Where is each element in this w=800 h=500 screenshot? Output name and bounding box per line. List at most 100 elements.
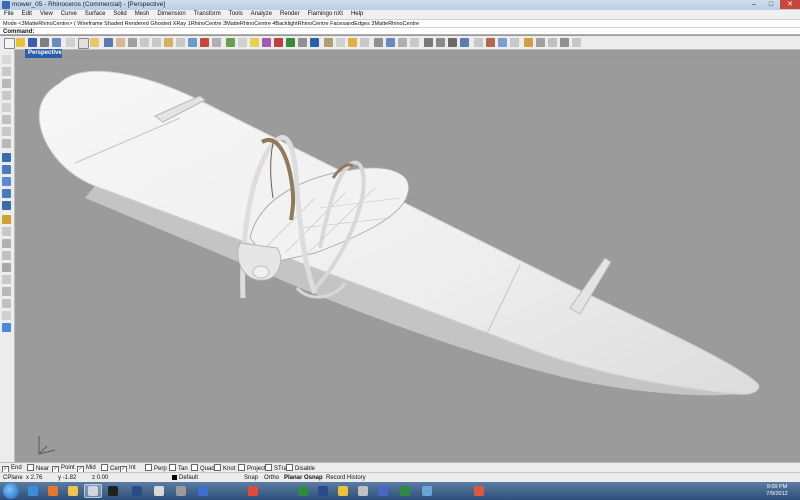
sphere-icon[interactable]: [298, 38, 307, 47]
zoom-icon[interactable]: [140, 38, 149, 47]
osnap-knot[interactable]: Knot: [214, 464, 235, 472]
boolean-icon[interactable]: [2, 201, 11, 210]
curve-icon[interactable]: [2, 91, 11, 100]
taskbar-explorer-button[interactable]: [64, 484, 82, 498]
material-icon[interactable]: [262, 38, 271, 47]
osnap-near[interactable]: Near: [27, 464, 49, 472]
osnap-tan[interactable]: Tan: [169, 464, 188, 472]
zoom-selected-icon[interactable]: [176, 38, 185, 47]
paste-icon[interactable]: [90, 38, 99, 47]
zebra-icon[interactable]: [498, 38, 507, 47]
taskbar-folder-button[interactable]: [334, 484, 352, 498]
menu-transform[interactable]: Transform: [191, 10, 224, 19]
record-history-toggle[interactable]: Record History: [326, 474, 366, 482]
perspective-viewport[interactable]: [15, 58, 800, 462]
set-view-icon[interactable]: [226, 38, 235, 47]
viewports-icon[interactable]: [200, 38, 209, 47]
taskbar-word-button[interactable]: [194, 484, 212, 498]
minimize-button[interactable]: –: [746, 0, 762, 9]
environment-map-icon[interactable]: [510, 38, 519, 47]
osnap-toggle[interactable]: Osnap: [304, 474, 323, 482]
taskbar-spiral-button[interactable]: [150, 484, 168, 498]
ortho-toggle[interactable]: Ortho: [264, 474, 279, 482]
select-arrow-icon[interactable]: [2, 55, 11, 64]
open-file-icon[interactable]: [16, 38, 25, 47]
snap-toggle[interactable]: Snap: [244, 474, 258, 482]
pan-hand-icon[interactable]: [116, 38, 125, 47]
perspective-view-icon[interactable]: [460, 38, 469, 47]
command-input[interactable]: Command:: [0, 27, 800, 35]
mesh-icon[interactable]: [2, 215, 11, 224]
taskbar-firefox-button[interactable]: [44, 484, 62, 498]
split-icon[interactable]: [2, 251, 11, 260]
render-icon[interactable]: [286, 38, 295, 47]
solid-box-icon[interactable]: [2, 189, 11, 198]
ghosted-view-icon[interactable]: [360, 38, 369, 47]
maximize-button[interactable]: □: [763, 0, 779, 9]
shaded-view-icon[interactable]: [386, 38, 395, 47]
new-file-icon[interactable]: [4, 38, 15, 49]
scale-icon[interactable]: [2, 311, 11, 320]
layer-icon[interactable]: [52, 38, 61, 47]
mapping-icon[interactable]: [536, 38, 545, 47]
render-tool-icon[interactable]: [2, 323, 11, 332]
dimension-icon[interactable]: [548, 38, 557, 47]
undo-icon[interactable]: [104, 38, 113, 47]
4-view-icon[interactable]: [410, 38, 419, 47]
osnap-mid[interactable]: ✓ Mid: [77, 464, 96, 473]
point-icon[interactable]: [2, 67, 11, 76]
menu-file[interactable]: File: [0, 10, 17, 19]
rendered-view-icon[interactable]: [398, 38, 407, 47]
menu-render[interactable]: Render: [277, 10, 303, 19]
trim-icon[interactable]: [2, 239, 11, 248]
menu-surface[interactable]: Surface: [82, 10, 109, 19]
select-icon[interactable]: [238, 38, 247, 47]
planar-toggle[interactable]: Planar: [284, 474, 302, 482]
osnap-perp[interactable]: Perp: [145, 464, 167, 472]
taskbar-rhino-button[interactable]: [84, 484, 102, 498]
system-clock[interactable]: 9:09 PM 7/9/2012: [757, 484, 797, 498]
osnap-int[interactable]: ✓ Int: [120, 464, 136, 473]
texture-icon[interactable]: [524, 38, 533, 47]
copy-object-icon[interactable]: [2, 287, 11, 296]
zoom-extents-icon[interactable]: [164, 38, 173, 47]
osnap-disable[interactable]: Disable: [286, 464, 315, 472]
osnap-point[interactable]: ✓ Point: [52, 464, 75, 473]
circle-icon[interactable]: [2, 103, 11, 112]
taskbar-photoshop-button[interactable]: [128, 484, 146, 498]
polygon-icon[interactable]: [2, 139, 11, 148]
loft-icon[interactable]: [2, 177, 11, 186]
arc-icon[interactable]: [2, 115, 11, 124]
join-icon[interactable]: [2, 263, 11, 272]
osnap-project[interactable]: Project: [238, 464, 266, 472]
properties-icon[interactable]: [324, 38, 333, 47]
taskbar-media-button[interactable]: [104, 484, 122, 498]
taskbar-s-app-button[interactable]: [172, 484, 190, 498]
osnap-end[interactable]: ✓ End: [2, 464, 22, 473]
wireframe-view-icon[interactable]: [374, 38, 383, 47]
osnap-quad[interactable]: Quad: [191, 464, 215, 472]
layer-indicator[interactable]: Default: [172, 474, 198, 482]
grid-icon[interactable]: [188, 38, 197, 47]
menu-view[interactable]: View: [37, 10, 56, 19]
front-view-icon[interactable]: [436, 38, 445, 47]
print-icon[interactable]: [40, 38, 49, 47]
osnap-cen[interactable]: Cen: [101, 464, 121, 472]
menu-dimension[interactable]: Dimension: [154, 10, 188, 19]
taskbar-eye-button[interactable]: [374, 484, 392, 498]
light-icon[interactable]: [250, 38, 259, 47]
extrude-icon[interactable]: [2, 165, 11, 174]
taskbar-chrome-button[interactable]: [244, 484, 262, 498]
menu-edit[interactable]: Edit: [19, 10, 35, 19]
surface-icon[interactable]: [2, 153, 11, 162]
menu-solid[interactable]: Solid: [110, 10, 129, 19]
cut-icon[interactable]: [66, 38, 75, 47]
zoom-window-icon[interactable]: [152, 38, 161, 47]
curvature-icon[interactable]: [486, 38, 495, 47]
menu-flamingo[interactable]: Flamingo nXt: [305, 10, 346, 19]
options-icon[interactable]: [572, 38, 581, 47]
move-icon[interactable]: [2, 275, 11, 284]
taskbar-tray-app-button[interactable]: [470, 484, 488, 498]
menu-tools[interactable]: Tools: [226, 10, 246, 19]
polyline-icon[interactable]: [2, 79, 11, 88]
